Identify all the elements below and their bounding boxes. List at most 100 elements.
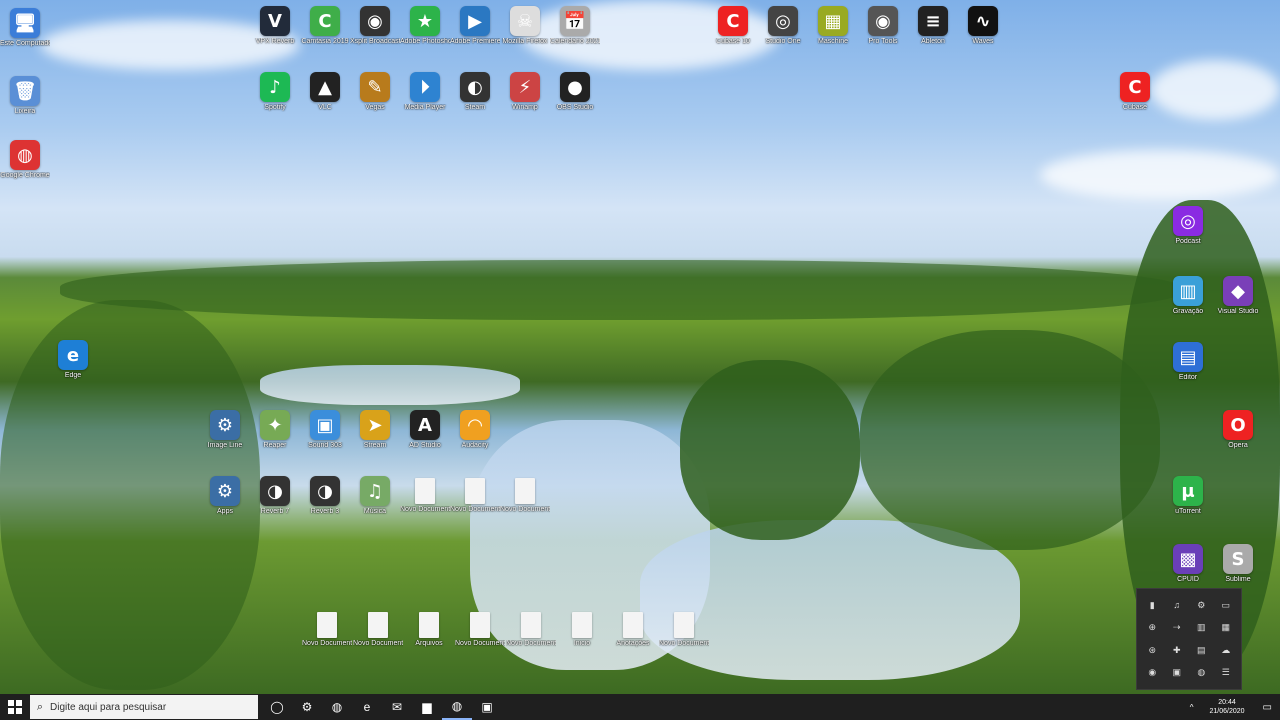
tray-icon[interactable]: ▭ [1215, 595, 1238, 616]
desktop-icon[interactable]: ◆ Visual Studio [1213, 276, 1263, 332]
desktop-icon[interactable]: 📅 Calendário 2021 [550, 6, 600, 62]
app-icon: ◐ [460, 72, 490, 102]
desktop-icon[interactable]: ⚙ Apps [200, 476, 250, 532]
desktop-icon[interactable]: ◉ Pro Tools [858, 6, 908, 62]
store-icon[interactable]: ▣ [472, 694, 502, 720]
tray-icon[interactable]: ☰ [1215, 663, 1238, 684]
desktop-icon[interactable]: Anotações [608, 612, 658, 668]
tray-icon[interactable]: ☁ [1215, 640, 1238, 661]
desktop-icon[interactable]: ☠ Mozilla Firefox [500, 6, 550, 62]
desktop-icon[interactable]: 🖥 Este Computador [0, 8, 50, 64]
app-icon: ◠ [460, 410, 490, 440]
desktop-icon[interactable]: Novo Documento [659, 612, 709, 668]
desktop-icon[interactable]: ▶ Adobe Premiere [450, 6, 500, 62]
tray-icon[interactable]: ▥ [1190, 618, 1213, 639]
desktop-icon[interactable]: O Opera [1213, 410, 1263, 466]
desktop-icon[interactable]: ◑ Reverb 3 [300, 476, 350, 532]
desktop-icon[interactable]: Arquivos [404, 612, 454, 668]
desktop-icon[interactable]: ▥ Gravação [1163, 276, 1213, 332]
desktop-icon[interactable]: μ uTorrent [1163, 476, 1213, 532]
desktop-icon[interactable]: ◉ Xsplit Broadcaster [350, 6, 400, 62]
tray-icon[interactable]: ▦ [1215, 618, 1238, 639]
desktop-icon[interactable]: Novo Documento [353, 612, 403, 668]
desktop-icon[interactable]: Inicio [557, 612, 607, 668]
desktop-icon[interactable]: ⚙ Image Line [200, 410, 250, 466]
desktop-icon-label: Sound 303 [308, 442, 342, 449]
desktop-icon[interactable]: V VPX Reverb [250, 6, 300, 62]
desktop-icon[interactable]: Novo Documento [450, 478, 500, 534]
desktop-icon[interactable]: 🗑 Lixeira [0, 76, 50, 132]
tray-icon[interactable]: ▮ [1141, 595, 1164, 616]
task-view-icon[interactable]: ◯ [262, 694, 292, 720]
clock[interactable]: 20:44 21/06/2020 [1200, 698, 1255, 716]
chrome-active-icon[interactable]: ◍ [442, 694, 472, 720]
desktop-icon[interactable]: ▲ VLC [300, 72, 350, 128]
start-button[interactable] [0, 694, 30, 720]
chevron-up-icon[interactable]: ^ [1184, 703, 1200, 712]
desktop-icon[interactable]: ♪ Spotify [250, 72, 300, 128]
tray-icon[interactable]: ◉ [1141, 663, 1164, 684]
desktop-icon[interactable]: ◠ Audacity [450, 410, 500, 466]
edge-icon[interactable]: e [352, 694, 382, 720]
tray-icon[interactable]: ♫ [1166, 595, 1189, 616]
desktop-icon[interactable]: ◑ Reverb 7 [250, 476, 300, 532]
mail-icon[interactable]: ✉ [382, 694, 412, 720]
tray-icon[interactable]: ▣ [1166, 663, 1189, 684]
desktop-icon[interactable]: ● OBS Studio [550, 72, 600, 128]
desktop-icon[interactable]: ◎ Studio One [758, 6, 808, 62]
desktop-icon[interactable]: ▣ Sound 303 [300, 410, 350, 466]
desktop-icon-label: Cubase 10 [716, 38, 750, 45]
desktop-icon[interactable]: ∿ Waves [958, 6, 1008, 62]
desktop-icon-label: Calendário 2021 [550, 38, 600, 45]
app-icon: O [1223, 410, 1253, 440]
tray-icon[interactable]: ⚙ [1190, 595, 1213, 616]
tray-icon[interactable]: ⊕ [1141, 618, 1164, 639]
desktop-icon-label: Camtasia 2019 [301, 38, 349, 45]
desktop-icon[interactable]: C Cubase [1110, 72, 1160, 128]
desktop-icon[interactable]: ⏵ Media Player [400, 72, 450, 128]
desktop-icon[interactable]: ▤ Editor [1163, 342, 1213, 398]
desktop-icon[interactable]: Novo Documento [455, 612, 505, 668]
desktop-icon[interactable]: ✦ Reaper [250, 410, 300, 466]
desktop-icon-label: Steam [464, 104, 486, 111]
desktop-icon-label: Image Line [207, 442, 243, 449]
desktop-icon[interactable]: ▦ Maschine [808, 6, 858, 62]
settings-icon[interactable]: ⚙ [292, 694, 322, 720]
desktop-icon-label: Inicio [573, 640, 591, 647]
desktop-icon[interactable]: ➤ Stream [350, 410, 400, 466]
desktop-icon[interactable]: Novo Documento [500, 478, 550, 534]
desktop-icon[interactable]: ◎ Podcast [1163, 206, 1213, 262]
desktop-icon[interactable]: ⚡ Winamp [500, 72, 550, 128]
desktop-icon[interactable]: Novo Documento [400, 478, 450, 534]
desktop-icon[interactable]: ◐ Steam [450, 72, 500, 128]
app-icon: ✦ [260, 410, 290, 440]
desktop-icon[interactable]: ♫ Música [350, 476, 400, 532]
desktop-icon[interactable]: e Edge [48, 340, 98, 396]
desktop-icon[interactable]: Novo Documento [506, 612, 556, 668]
tray-icon[interactable]: ⊛ [1141, 640, 1164, 661]
folder-icon[interactable]: ▆ [412, 694, 442, 720]
chrome-icon[interactable]: ◍ [322, 694, 352, 720]
tray-icon[interactable]: ✚ [1166, 640, 1189, 661]
tray-overflow-panel: ▮ ♫ ⚙ ▭ ⊕ ⇢ ▥ ▦ ⊛ ✚ ▤ ☁ ◉ ▣ ◍ ☰ [1136, 588, 1242, 690]
desktop-icon-label: Audacity [461, 442, 489, 449]
windows-icon [8, 700, 22, 714]
tray-icon[interactable]: ⇢ [1166, 618, 1189, 639]
app-icon: ▩ [1173, 544, 1203, 574]
tray-icon[interactable]: ▤ [1190, 640, 1213, 661]
desktop-icon[interactable]: ★ Adobe Photoshop [400, 6, 450, 62]
taskbar-search-box[interactable]: ⌕ Digite aqui para pesquisar [30, 695, 258, 719]
desktop-icon[interactable]: ≡ Ableton [908, 6, 958, 62]
desktop-icon-label: CPUID [1177, 576, 1199, 583]
desktop-icon[interactable]: A AD Studio [400, 410, 450, 466]
notifications-icon[interactable]: ▭ [1255, 702, 1280, 713]
desktop-icon[interactable]: ◍ Google Chrome [0, 140, 50, 196]
desktop-icon[interactable]: ✎ Vegas [350, 72, 400, 128]
tray-icon[interactable]: ◍ [1190, 663, 1213, 684]
desktop-icon-label: Novo Documento [455, 640, 505, 647]
desktop-icon-label: Stream [363, 442, 387, 449]
desktop-icon-label: Reverb 3 [310, 508, 340, 515]
desktop-icon[interactable]: Novo Documento [302, 612, 352, 668]
desktop-icon[interactable]: C Cubase 10 [708, 6, 758, 62]
desktop-icon[interactable]: C Camtasia 2019 [300, 6, 350, 62]
